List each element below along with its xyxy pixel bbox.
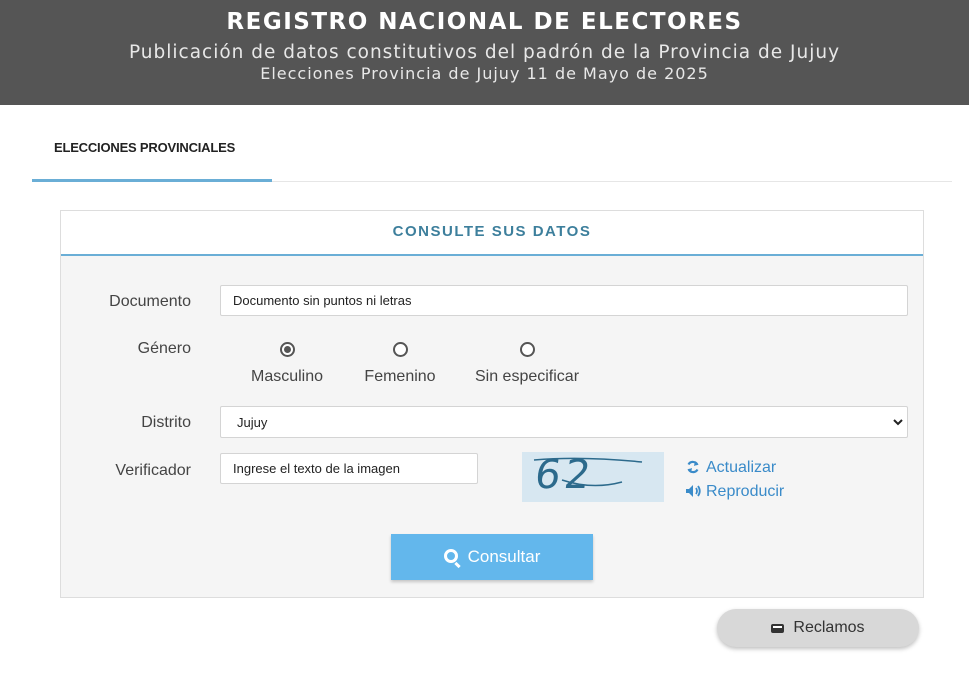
panel-title: CONSULTE SUS DATOS [392,223,592,240]
genero-label: Género [137,340,191,357]
tab-bar: ELECCIONES PROVINCIALES [32,130,952,182]
distrito-value: Jujuy [237,414,268,430]
refresh-icon [686,460,706,477]
consulta-panel: CONSULTE SUS DATOS Documento Documento s… [60,210,924,598]
captcha-image: 62 37 [522,452,664,502]
verificador-placeholder: Ingrese el texto de la imagen [233,461,400,476]
radio-label-femenino: Femenino [364,368,436,385]
radio-circle-femenino[interactable] [392,342,408,357]
documento-input[interactable]: Documento sin puntos ni letras [220,285,908,316]
distrito-label: Distrito [141,414,191,431]
radio-masculino[interactable]: Masculino [248,342,326,386]
verificador-input[interactable]: Ingrese el texto de la imagen [220,453,478,484]
page-title: REGISTRO NACIONAL DE ELECTORES [226,9,743,35]
radio-sin-especificar[interactable]: Sin especificar [472,342,582,386]
radio-circle-sin-especificar[interactable] [519,342,535,357]
inbox-icon [771,623,785,633]
tab-elecciones-provinciales[interactable]: ELECCIONES PROVINCIALES [32,130,272,182]
actualizar-label: Actualizar [706,459,777,476]
radio-label-sin-especificar: Sin especificar [474,368,580,385]
consultar-label: Consultar [467,547,541,566]
consultar-button[interactable]: Consultar [391,534,593,580]
speaker-icon [686,484,706,500]
distrito-select[interactable]: Jujuy [220,406,908,438]
actualizar-link[interactable]: Actualizar [686,459,776,477]
radio-label-masculino: Masculino [250,368,324,385]
radio-circle-masculino[interactable] [279,342,295,357]
documento-placeholder: Documento sin puntos ni letras [233,293,412,308]
captcha-text: 62 37 [526,452,598,502]
reproducir-link[interactable]: Reproducir [686,483,784,501]
reclamos-label: Reclamos [793,619,865,636]
search-icon [443,549,458,563]
panel-header: CONSULTE SUS DATOS [61,211,923,256]
chevron-down-icon [893,416,903,430]
verificador-label: Verificador [115,462,191,479]
tab-label: ELECCIONES PROVINCIALES [54,140,236,155]
reclamos-button[interactable]: Reclamos [717,609,919,647]
documento-label: Documento [109,293,191,310]
radio-femenino[interactable]: Femenino [361,342,439,386]
reproducir-label: Reproducir [706,483,785,500]
page-subtitle-election: Elecciones Provincia de Jujuy 11 de Mayo… [260,64,709,83]
page-header: REGISTRO NACIONAL DE ELECTORES Publicaci… [0,0,969,105]
page-subtitle: Publicación de datos constitutivos del p… [128,42,841,63]
